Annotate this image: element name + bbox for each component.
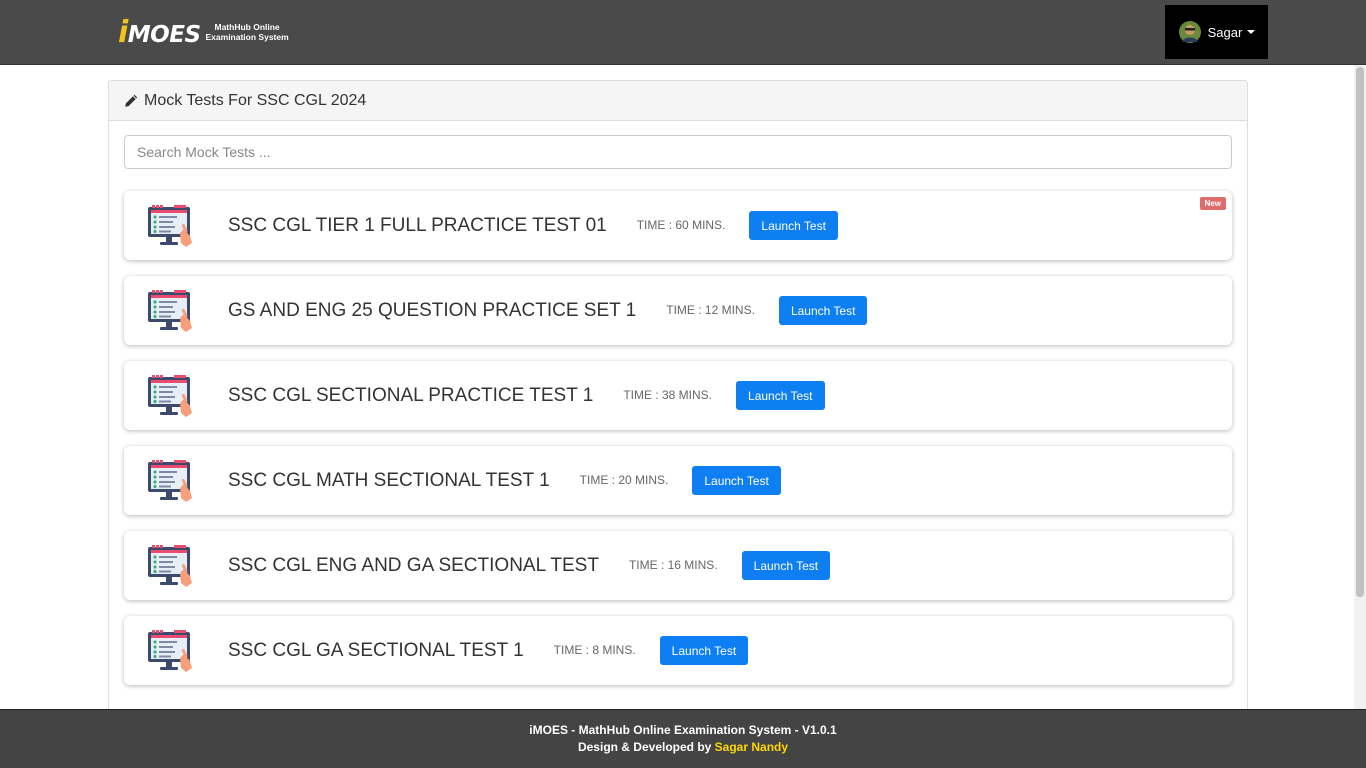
pencil-icon: [125, 94, 138, 107]
test-duration: TIME : 8 MINS.: [553, 642, 636, 657]
logo-wordmark: iMOES: [118, 14, 201, 50]
test-title: GS AND ENG 25 QUESTION PRACTICE SET 1: [228, 299, 637, 321]
imoes-logo[interactable]: iMOES MathHub Online Examination System: [118, 12, 289, 52]
online-test-monitor-icon: [146, 458, 196, 504]
test-card: SSC CGL SECTIONAL PRACTICE TEST 1 TIME : …: [124, 361, 1232, 430]
test-title: SSC CGL ENG AND GA SECTIONAL TEST: [228, 554, 599, 576]
footer: iMOES - MathHub Online Examination Syste…: [0, 709, 1366, 768]
page-scrollbar[interactable]: [1354, 65, 1366, 709]
online-test-monitor-icon: [146, 288, 196, 334]
launch-test-button[interactable]: Launch Test: [692, 466, 781, 495]
test-title: SSC CGL MATH SECTIONAL TEST 1: [228, 469, 550, 491]
logo-subtitle: MathHub Online Examination System: [205, 22, 289, 42]
top-navbar: iMOES MathHub Online Examination System …: [0, 0, 1366, 65]
launch-test-button[interactable]: Launch Test: [741, 551, 831, 580]
test-duration: TIME : 60 MINS.: [636, 217, 726, 232]
test-card-body: SSC CGL ENG AND GA SECTIONAL TEST TIME : …: [228, 531, 831, 600]
test-card: GS AND ENG 25 QUESTION PRACTICE SET 1 TIM…: [124, 276, 1232, 345]
mock-tests-panel: Mock Tests For SSC CGL 2024 SSC CGL TIER…: [108, 80, 1248, 720]
test-card: SSC CGL MATH SECTIONAL TEST 1 TIME : 20 M…: [124, 446, 1232, 515]
launch-test-button[interactable]: Launch Test: [736, 381, 825, 410]
panel-heading: Mock Tests For SSC CGL 2024: [109, 81, 1247, 121]
test-card-body: SSC CGL TIER 1 FULL PRACTICE TEST 01 TIME…: [228, 191, 838, 260]
scrollbar-thumb[interactable]: [1356, 67, 1364, 597]
user-menu-dropdown[interactable]: Sagar: [1165, 5, 1268, 59]
footer-author-link[interactable]: Sagar Nandy: [715, 740, 788, 754]
test-duration: TIME : 16 MINS.: [628, 557, 718, 572]
footer-version: iMOES - MathHub Online Examination Syste…: [529, 723, 837, 737]
test-card-body: GS AND ENG 25 QUESTION PRACTICE SET 1 TIM…: [228, 276, 868, 345]
test-title: SSC CGL GA SECTIONAL TEST 1: [228, 639, 524, 661]
test-duration: TIME : 38 MINS.: [623, 387, 713, 402]
user-name: Sagar: [1207, 24, 1243, 40]
launch-test-button[interactable]: Launch Test: [749, 211, 838, 240]
test-duration: TIME : 12 MINS.: [666, 302, 755, 317]
footer-credit: Design & Developed by Sagar Nandy: [577, 740, 789, 754]
launch-test-button[interactable]: Launch Test: [659, 636, 749, 665]
test-card: SSC CGL GA SECTIONAL TEST 1 TIME : 8 MINS…: [124, 616, 1232, 685]
test-title: SSC CGL SECTIONAL PRACTICE TEST 1: [228, 384, 594, 406]
test-card: SSC CGL ENG AND GA SECTIONAL TEST TIME : …: [124, 531, 1232, 600]
new-badge: New: [1199, 197, 1226, 210]
launch-test-button[interactable]: Launch Test: [778, 296, 868, 325]
online-test-monitor-icon: [146, 628, 196, 674]
online-test-monitor-icon: [146, 373, 196, 419]
test-card-body: SSC CGL GA SECTIONAL TEST 1 TIME : 8 MINS…: [228, 616, 749, 685]
online-test-monitor-icon: [146, 203, 196, 249]
chevron-down-icon: [1247, 30, 1256, 34]
search-mock-tests-input[interactable]: [124, 135, 1232, 169]
avatar: [1178, 21, 1201, 43]
panel-title: Mock Tests For SSC CGL 2024: [144, 91, 367, 109]
test-card-body: SSC CGL MATH SECTIONAL TEST 1 TIME : 20 M…: [228, 446, 781, 515]
test-card: SSC CGL TIER 1 FULL PRACTICE TEST 01 TIME…: [124, 191, 1232, 260]
test-duration: TIME : 20 MINS.: [579, 472, 669, 487]
online-test-monitor-icon: [146, 543, 196, 589]
test-title: SSC CGL TIER 1 FULL PRACTICE TEST 01: [228, 214, 607, 236]
test-card-body: SSC CGL SECTIONAL PRACTICE TEST 1 TIME : …: [228, 361, 825, 430]
